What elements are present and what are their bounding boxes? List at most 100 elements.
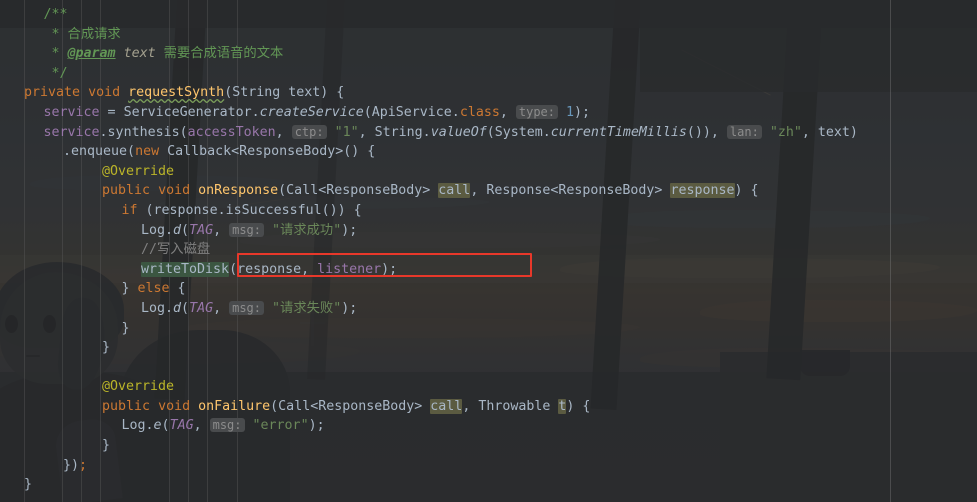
code-line[interactable]: } else {	[0, 279, 977, 299]
code-line[interactable]: service.synthesis(accessToken, ctp: "1",…	[0, 123, 977, 143]
code-token: ServiceGenerator.	[123, 104, 260, 120]
code-token: call	[438, 183, 471, 199]
code-token: TAG	[189, 222, 214, 238]
code-token: valueOf	[430, 124, 487, 140]
code-token: ;	[79, 457, 88, 473]
code-token: public	[102, 398, 151, 414]
code-line[interactable]: if (response.isSuccessful()) {	[0, 201, 977, 221]
code-token: listener	[317, 261, 382, 277]
code-token: }	[24, 477, 33, 493]
code-token: );	[341, 222, 358, 238]
code-line[interactable]: */	[0, 64, 977, 84]
code-line[interactable]: }	[0, 436, 977, 456]
code-token: new	[135, 144, 160, 160]
code-token: Log.	[121, 418, 154, 434]
code-line[interactable]: }	[0, 475, 977, 495]
code-token: createService	[259, 104, 364, 120]
code-token: }	[102, 340, 111, 356]
code-token: );	[574, 104, 591, 120]
code-token: service	[43, 124, 100, 140]
code-token: ctp:	[291, 124, 327, 139]
code-line[interactable]: /**	[0, 5, 977, 25]
code-line[interactable]: });	[0, 456, 977, 476]
code-token: @Override	[102, 163, 175, 179]
code-line[interactable]: writeToDisk(response, listener);	[0, 260, 977, 280]
code-token: (Call<ResponseBody>	[278, 183, 439, 199]
code-token: "error"	[252, 418, 309, 434]
code-token: =	[99, 104, 124, 120]
code-token: String	[232, 85, 281, 101]
code-token: "1"	[334, 124, 359, 140]
code-token: msg:	[229, 222, 265, 237]
code-token: (	[161, 418, 170, 434]
code-token: requestSynth	[128, 85, 225, 101]
code-token: void	[158, 398, 191, 414]
code-token: ) {	[734, 183, 759, 199]
code-token: @param	[67, 46, 116, 62]
code-token: class	[459, 104, 500, 120]
code-token: ,	[499, 104, 516, 120]
code-token: (ApiService.	[363, 104, 460, 120]
code-token: accessToken	[187, 124, 276, 140]
code-token: (response.isSuccessful()) {	[137, 202, 362, 218]
code-token: "请求失败"	[272, 300, 342, 316]
code-line[interactable]: }	[0, 319, 977, 339]
code-token: msg:	[229, 300, 265, 315]
code-line[interactable]: public void onFailure(Call<ResponseBody>…	[0, 397, 977, 417]
code-line[interactable]: * 合成请求	[0, 25, 977, 45]
code-token: ,	[193, 418, 210, 434]
code-token: d	[173, 300, 182, 316]
code-token: *	[43, 46, 68, 62]
code-line[interactable]: //写入磁盘	[0, 240, 977, 260]
code-token: onResponse	[198, 183, 279, 199]
code-token: ,	[213, 300, 230, 316]
code-line[interactable]: @Override	[0, 162, 977, 182]
code-line[interactable]: @Override	[0, 377, 977, 397]
code-token: }	[121, 320, 130, 336]
code-line[interactable]: }	[0, 338, 977, 358]
code-line[interactable]: public void onResponse(Call<ResponseBody…	[0, 181, 977, 201]
code-token: @Override	[102, 379, 175, 395]
code-line[interactable]: Log.d(TAG, msg: "请求失败");	[0, 299, 977, 319]
code-token: void	[88, 85, 121, 101]
code-token: text	[123, 46, 156, 62]
code-token: response	[670, 183, 735, 199]
code-token: , Response<ResponseBody>	[470, 183, 671, 199]
code-token: 1	[566, 104, 575, 120]
code-line[interactable]: private void requestSynth(String text) {	[0, 83, 977, 103]
code-line[interactable]: Log.d(TAG, msg: "请求成功");	[0, 221, 977, 241]
code-token: (	[224, 85, 233, 101]
code-line[interactable]: Log.e(TAG, msg: "error");	[0, 416, 977, 436]
code-token: currentTimeMillis	[550, 124, 687, 140]
code-token: msg:	[209, 418, 245, 433]
code-token: }	[102, 438, 111, 454]
code-token: .synthesis(	[99, 124, 188, 140]
code-line[interactable]: * @param text 需要合成语音的文本	[0, 44, 977, 64]
code-token: * 合成请求	[43, 26, 121, 42]
code-token: }	[121, 281, 138, 297]
code-line[interactable]: service = ServiceGenerator.createService…	[0, 103, 977, 123]
code-token: void	[158, 183, 191, 199]
code-line[interactable]	[0, 358, 977, 378]
code-token: d	[173, 222, 182, 238]
code-line[interactable]: .enqueue(new Callback<ResponseBody>() {	[0, 142, 977, 162]
code-token: service	[43, 104, 100, 120]
code-token: ,	[213, 222, 230, 238]
code-token: ()),	[686, 124, 727, 140]
code-text-area[interactable]: /** * 合成请求 * @param text 需要合成语音的文本 */ pri…	[0, 0, 977, 495]
code-token: , text)	[801, 124, 858, 140]
code-token: private	[24, 85, 81, 101]
code-token: (Call<ResponseBody>	[270, 398, 431, 414]
code-token: 需要合成语音的文本	[155, 46, 284, 62]
code-token: TAG	[189, 300, 214, 316]
code-editor[interactable]: /** * 合成请求 * @param text 需要合成语音的文本 */ pri…	[0, 0, 977, 502]
